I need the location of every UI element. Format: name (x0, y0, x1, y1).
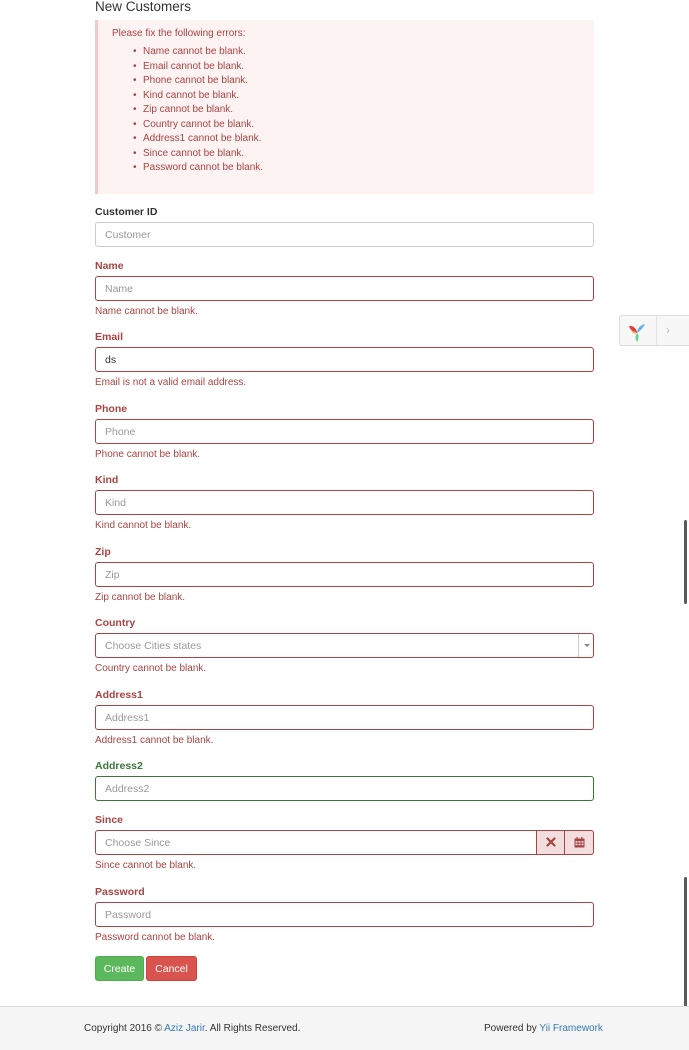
address1-group: Address1 Address1 cannot be blank. (95, 689, 594, 746)
error-summary-item: Zip cannot be blank. (133, 103, 594, 118)
error-summary-item: Name cannot be blank. (133, 45, 594, 60)
email-input[interactable] (95, 347, 594, 372)
cancel-button[interactable]: Cancel (146, 956, 197, 981)
calendar-icon (574, 837, 584, 848)
phone-error: Phone cannot be blank. (95, 449, 201, 460)
email-error: Email is not a valid email address. (95, 377, 247, 388)
password-input[interactable] (95, 902, 594, 927)
name-input[interactable] (95, 276, 594, 301)
page-title: New Customers (95, 0, 192, 14)
phone-label: Phone (95, 403, 128, 415)
customer-id-label: Customer ID (95, 206, 158, 218)
error-summary-item: Country cannot be blank. (133, 118, 594, 133)
address1-label: Address1 (95, 689, 143, 701)
error-summary: Please fix the following errors: Name ca… (95, 20, 594, 194)
since-group: Since Since cannot be blank. (95, 814, 594, 871)
address2-group: Address2 (95, 760, 594, 801)
phone-input[interactable] (95, 419, 594, 444)
zip-input[interactable] (95, 562, 594, 587)
address1-error: Address1 cannot be blank. (95, 735, 214, 746)
error-summary-item: Since cannot be blank. (133, 147, 594, 162)
toolbar-divider (656, 316, 657, 346)
debug-toolbar-toggle[interactable]: › (619, 315, 689, 346)
address2-input[interactable] (95, 776, 594, 801)
country-label: Country (95, 617, 136, 629)
email-group: Email Email is not a valid email address… (95, 331, 594, 388)
zip-label: Zip (95, 546, 111, 558)
error-summary-item: Kind cannot be blank. (133, 89, 594, 104)
error-summary-item: Email cannot be blank. (133, 60, 594, 75)
footer-copyright: Copyright 2016 © Aziz Jarir. All Rights … (84, 1023, 300, 1034)
footer-powered-by: Powered by Yii Framework (484, 1023, 603, 1034)
error-summary-heading: Please fix the following errors: (112, 28, 246, 39)
email-label: Email (95, 331, 124, 343)
kind-group: Kind Kind cannot be blank. (95, 474, 594, 531)
country-select[interactable]: Choose Cities states (95, 633, 594, 658)
address1-input[interactable] (95, 705, 594, 730)
yii-logo-icon (629, 324, 645, 342)
country-error: Country cannot be blank. (95, 663, 207, 674)
zip-error: Zip cannot be blank. (95, 592, 186, 603)
kind-label: Kind (95, 474, 119, 486)
open-calendar-button[interactable] (565, 830, 594, 855)
country-select-placeholder: Choose Cities states (105, 640, 202, 652)
error-summary-list: Name cannot be blank. Email cannot be bl… (112, 45, 594, 176)
country-group: Country Choose Cities states Country can… (95, 617, 594, 674)
scrollbar-thumb[interactable] (684, 520, 687, 604)
kind-error: Kind cannot be blank. (95, 520, 192, 531)
since-date-input[interactable] (95, 830, 537, 855)
customer-id-group: Customer ID (95, 206, 594, 247)
framework-link[interactable]: Yii Framework (539, 1023, 603, 1034)
error-summary-item: Password cannot be blank. (133, 161, 594, 176)
powered-by-prefix: Powered by (484, 1023, 540, 1034)
copyright-prefix: Copyright 2016 © (84, 1023, 165, 1034)
chevron-down-icon[interactable] (578, 634, 593, 657)
clear-date-button[interactable] (536, 830, 565, 855)
error-summary-item: Address1 cannot be blank. (133, 132, 594, 147)
author-link[interactable]: Aziz Jarir (164, 1023, 205, 1034)
create-button[interactable]: Create (95, 956, 144, 981)
chevron-right-icon[interactable]: › (666, 323, 670, 337)
footer: Copyright 2016 © Aziz Jarir. All Rights … (0, 1006, 689, 1050)
zip-group: Zip Zip cannot be blank. (95, 546, 594, 603)
password-error: Password cannot be blank. (95, 932, 216, 943)
name-error: Name cannot be blank. (95, 306, 198, 317)
customer-id-input[interactable] (95, 222, 594, 247)
name-label: Name (95, 260, 124, 272)
password-label: Password (95, 886, 145, 898)
name-group: Name Name cannot be blank. (95, 260, 594, 317)
kind-input[interactable] (95, 490, 594, 515)
since-label: Since (95, 814, 124, 826)
copyright-suffix: . All Rights Reserved. (204, 1023, 301, 1034)
address2-label: Address2 (95, 760, 143, 772)
since-error: Since cannot be blank. (95, 860, 197, 871)
error-summary-item: Phone cannot be blank. (133, 74, 594, 89)
password-group: Password Password cannot be blank. (95, 886, 594, 943)
phone-group: Phone Phone cannot be blank. (95, 403, 594, 460)
close-icon (545, 837, 556, 847)
